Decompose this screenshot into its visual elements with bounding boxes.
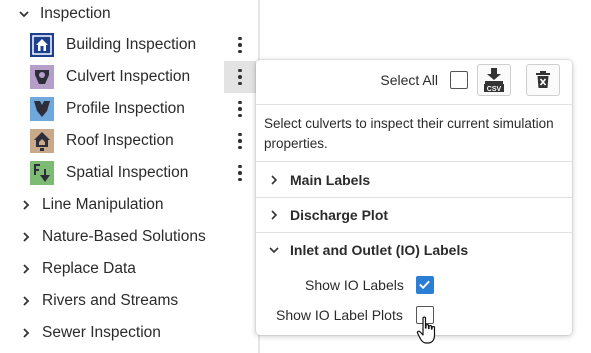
category-replace-data[interactable]: Replace Data (20, 255, 136, 283)
chevron-down-icon (268, 244, 280, 256)
kebab-menu-icon (238, 68, 242, 86)
tool-building-inspection[interactable]: Building Inspection (0, 29, 258, 61)
divider (256, 197, 572, 198)
more-options-button[interactable] (224, 29, 256, 61)
tool-label: Profile Inspection (66, 100, 185, 117)
roof-inspection-icon (30, 129, 54, 153)
accordion-discharge-plot[interactable]: Discharge Plot (268, 205, 388, 225)
kebab-menu-icon (238, 164, 242, 182)
hand-cursor-icon (416, 316, 436, 344)
inspection-section-header[interactable]: Inspection (18, 2, 111, 26)
accordion-label: Discharge Plot (290, 207, 389, 223)
category-label: Replace Data (42, 260, 136, 277)
profile-inspection-icon (30, 97, 54, 121)
chevron-right-icon (20, 263, 32, 275)
spatial-inspection-icon (30, 161, 54, 185)
chevron-right-icon (20, 231, 32, 243)
chevron-right-icon (20, 295, 32, 307)
accordion-main-labels[interactable]: Main Labels (268, 170, 370, 190)
accordion-label: Inlet and Outlet (IO) Labels (290, 242, 469, 258)
select-all-checkbox[interactable] (450, 71, 468, 89)
show-io-labels-label: Show IO Labels (305, 277, 404, 293)
download-csv-icon: CSV (484, 68, 504, 93)
popup-description: Select culverts to inspect their current… (264, 116, 554, 151)
delete-button[interactable] (526, 64, 560, 96)
building-inspection-icon (30, 33, 54, 57)
tool-tree-panel: Inspection Building Inspection Culvert I… (0, 0, 260, 353)
csv-text: CSV (487, 86, 502, 93)
category-sewer-inspection[interactable]: Sewer Inspection (20, 319, 161, 347)
checkmark-icon (419, 280, 430, 290)
more-options-button[interactable] (224, 61, 256, 93)
more-options-button[interactable] (224, 157, 256, 189)
show-io-label-plots-label: Show IO Label Plots (276, 307, 403, 323)
select-all-label: Select All (380, 72, 438, 88)
chevron-right-icon (20, 327, 32, 339)
more-options-button[interactable] (224, 93, 256, 125)
tool-label: Roof Inspection (66, 132, 174, 149)
trash-icon (536, 71, 550, 88)
tool-label: Spatial Inspection (66, 164, 189, 181)
show-io-labels-checkbox[interactable] (416, 276, 434, 294)
category-label: Line Manipulation (42, 196, 164, 213)
accordion-io-labels[interactable]: Inlet and Outlet (IO) Labels (268, 240, 468, 260)
divider (256, 104, 572, 105)
tool-label: Culvert Inspection (66, 68, 191, 85)
tool-label: Building Inspection (66, 36, 197, 53)
divider (256, 232, 572, 233)
category-line-manipulation[interactable]: Line Manipulation (20, 191, 164, 219)
tool-culvert-inspection[interactable]: Culvert Inspection (0, 61, 258, 93)
inspection-section-label: Inspection (40, 5, 111, 22)
category-label: Rivers and Streams (42, 292, 179, 309)
chevron-right-icon (268, 209, 280, 221)
category-label: Nature-Based Solutions (42, 228, 206, 245)
category-nature-based-solutions[interactable]: Nature-Based Solutions (20, 223, 206, 251)
culvert-inspection-popup: Select All CSV Select culverts to inspec… (256, 60, 572, 335)
accordion-label: Main Labels (290, 172, 371, 188)
tool-roof-inspection[interactable]: Roof Inspection (0, 125, 258, 157)
tool-profile-inspection[interactable]: Profile Inspection (0, 93, 258, 125)
export-csv-button[interactable]: CSV (477, 64, 511, 96)
chevron-right-icon (268, 174, 280, 186)
category-label: Sewer Inspection (42, 324, 161, 341)
kebab-menu-icon (238, 132, 242, 150)
tool-spatial-inspection[interactable]: Spatial Inspection (0, 157, 258, 189)
kebab-menu-icon (238, 100, 242, 118)
culvert-inspection-icon (30, 65, 54, 89)
chevron-down-icon (18, 8, 30, 20)
more-options-button[interactable] (224, 125, 256, 157)
kebab-menu-icon (238, 36, 242, 54)
chevron-right-icon (20, 199, 32, 211)
divider (256, 161, 572, 162)
category-rivers-and-streams[interactable]: Rivers and Streams (20, 287, 178, 315)
